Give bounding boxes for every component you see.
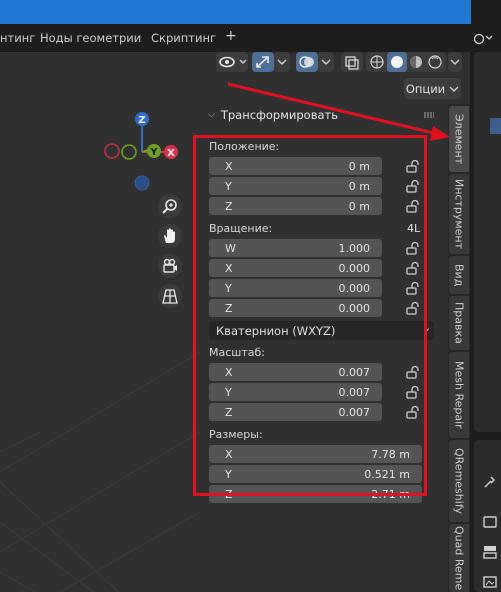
zoom-button[interactable] [158,194,182,218]
tab-quad-remesher[interactable]: Quad Reme [449,524,469,592]
shading-modes [366,52,446,72]
render-icon[interactable] [482,514,500,530]
options-button[interactable]: Опции [404,78,461,99]
tool-settings-icon[interactable] [482,474,500,490]
tab-geometry-nodes[interactable]: Ноды геометрии [40,31,141,45]
eye-icon [219,56,247,68]
tab-item[interactable]: Элемент [449,106,469,172]
zoom-icon [162,199,177,214]
tab-mesh-repair[interactable]: Mesh Repair [449,352,469,438]
chevron-down-icon [449,86,459,92]
drag-handle-icon[interactable] [424,112,434,118]
tab-qremeshify[interactable]: QRemeshify [449,440,469,522]
grid-view-icon [162,289,178,304]
panel-title: Трансформировать [220,108,338,122]
hand-icon [164,228,175,243]
chevron-down-icon [321,59,331,65]
shading-dropdown[interactable] [448,52,462,72]
navigation-gizmo[interactable]: Z Y X [100,108,190,192]
pan-button[interactable] [158,224,182,248]
overlay-toggle[interactable] [296,52,318,72]
tab-tool[interactable]: Инструмент [449,174,469,254]
axis-x-label: X [167,148,175,159]
sidebar-tabs: Элемент Инструмент Вид Правка Mesh Repai… [448,104,470,592]
shading-wireframe-icon [370,55,384,69]
gizmo-toggle[interactable] [252,52,274,72]
view-layer-icon[interactable] [482,574,500,590]
gizmo-dropdown[interactable] [274,52,290,72]
output-icon[interactable] [482,544,500,560]
tab-shading[interactable]: нтинг [0,31,35,45]
camera-view-button[interactable] [158,254,182,278]
tab-edit[interactable]: Правка [449,296,469,350]
axis-y-label: Y [149,147,158,158]
ortho-toggle-button[interactable] [158,284,182,308]
xray-toggle[interactable] [341,52,363,72]
add-workspace-button[interactable]: + [225,28,237,44]
xray-icon [345,56,359,70]
axis-neg-z[interactable] [134,175,150,191]
tab-view[interactable]: Вид [449,256,469,294]
shading-solid-icon [391,56,403,68]
shading-rendered-icon [428,55,442,69]
gizmo-icon [256,56,269,68]
overlay-icon [299,56,314,68]
chevron-down-icon [277,59,287,65]
properties-editor-edge [470,24,501,592]
axis-z-label: Z [138,115,145,126]
editor-type-icon[interactable] [473,30,499,46]
overlay-dropdown[interactable] [318,52,334,72]
options-label: Опции [405,81,446,96]
shading-material-icon [410,56,422,68]
camera-icon [163,258,177,273]
chevron-down-icon [450,59,460,65]
annotation-highlight-box [193,135,427,496]
workspace-tabs: нтинг Ноды геометрии Скриптинг + [0,24,470,52]
visibility-dropdown[interactable] [216,52,248,72]
outliner-edge [474,52,501,432]
topbar-accent [0,0,501,24]
selected-row-highlight [490,118,501,134]
transform-panel-header[interactable]: ⌵ Трансформировать [208,108,338,122]
chevron-down-icon: ⌵ [208,110,215,120]
tab-scripting[interactable]: Скриптинг [151,31,216,45]
axis-neg-y[interactable] [121,144,137,160]
axis-neg-x[interactable] [104,143,120,159]
